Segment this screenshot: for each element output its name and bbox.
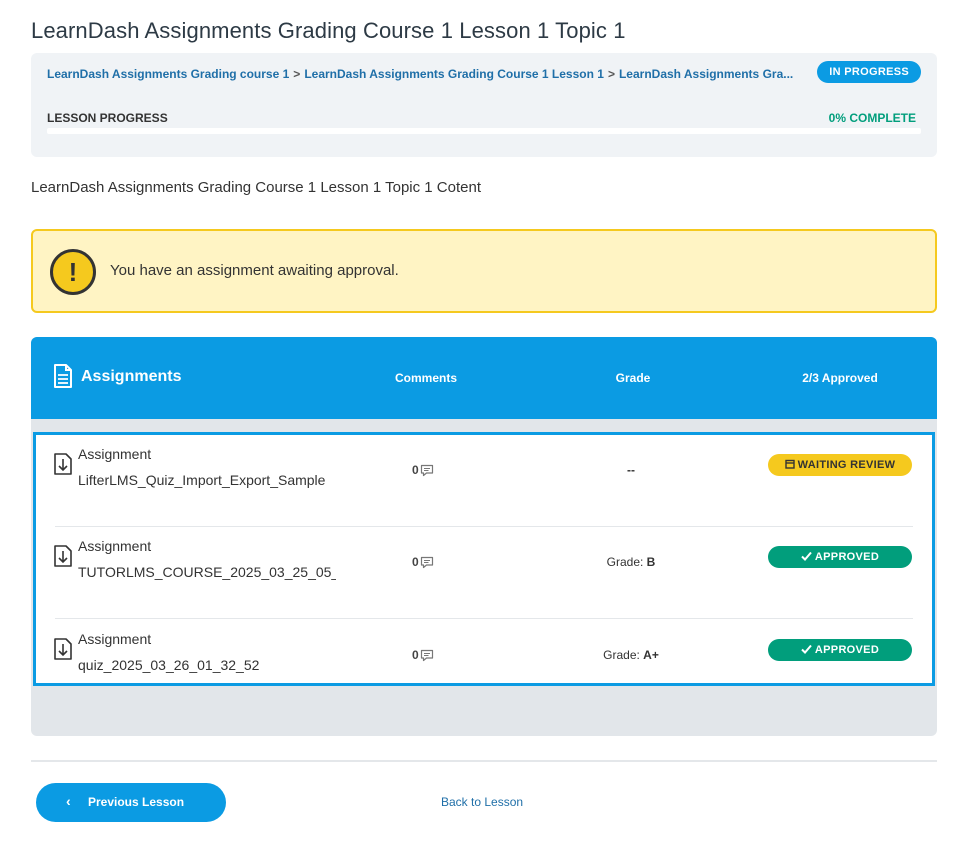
assignment-label: Assignment [78,538,152,554]
status-badge-approved: APPROVED [768,546,912,568]
status-badge-label: WAITING REVIEW [797,459,896,471]
alert-banner: ! You have an assignment awaiting approv… [31,229,937,313]
status-badge-label: APPROVED [814,551,880,563]
assignment-file-link[interactable]: quiz_2025_03_26_01_32_52 [78,657,336,673]
status-badge-waiting: WAITING REVIEW [768,454,912,476]
comments-count[interactable]: 0 [412,463,434,477]
assignments-list: Assignment LifterLMS_Quiz_Import_Export_… [33,432,935,686]
breadcrumb-item-lesson[interactable]: LearnDash Assignments Grading Course 1 L… [304,67,604,81]
column-comments: Comments [394,371,457,385]
comment-icon [420,650,433,662]
assignment-file-link[interactable]: LifterLMS_Quiz_Import_Export_Sample [78,472,336,488]
calendar-icon [784,459,795,469]
progress-bar [47,128,921,134]
back-to-lesson-link[interactable]: Back to Lesson [441,795,523,809]
comments-count-value: 0 [412,648,419,662]
assignments-header: Assignments Comments Grade 2/3 Approved [31,337,937,419]
grade-prefix: Grade: [603,648,640,662]
document-icon [54,364,72,388]
comments-count-value: 0 [412,555,419,569]
status-badge-approved: APPROVED [768,639,912,661]
column-grade: Grade [615,371,651,385]
check-icon [801,551,812,561]
alert-message: You have an assignment awaiting approval… [110,262,399,279]
previous-lesson-button[interactable]: ‹ Previous Lesson [36,783,226,822]
assignment-label: Assignment [78,446,152,462]
assignment-row: Assignment TUTORLMS_COURSE_2025_03_25_05… [36,527,932,619]
comments-count[interactable]: 0 [412,555,434,569]
breadcrumb-separator: > [293,67,301,81]
breadcrumb: LearnDash Assignments Grading course 1 > L… [47,67,802,81]
grade-cell: Grade: B [566,555,696,569]
download-file-icon[interactable] [54,453,72,475]
grade-prefix: Grade: [606,555,644,569]
chevron-left-icon: ‹ [66,793,71,809]
page-title: LearnDash Assignments Grading Course 1 L… [31,18,626,43]
breadcrumb-item-course[interactable]: LearnDash Assignments Grading course 1 [47,67,289,81]
comments-count[interactable]: 0 [412,648,434,662]
download-file-icon[interactable] [54,638,72,660]
assignment-row: Assignment quiz_2025_03_26_01_32_52 0 Gr… [36,620,932,712]
comment-icon [420,557,433,569]
download-file-icon[interactable] [54,545,72,567]
column-approved: 2/3 Approved [802,371,878,385]
grade-value: A+ [643,648,659,662]
breadcrumb-item-topic[interactable]: LearnDash Assignments Gra... [619,67,793,81]
comment-icon [420,465,433,477]
status-badge-label: APPROVED [814,644,880,656]
status-badge: IN PROGRESS [817,61,921,83]
assignments-title: Assignments [81,368,182,385]
assignments-panel: Assignments Comments Grade 2/3 Approved … [31,337,937,736]
comments-count-value: 0 [412,463,419,477]
assignment-label: Assignment [78,631,152,647]
warning-icon: ! [50,249,96,295]
grade-cell: -- [566,463,696,477]
progress-percent: 0% COMPLETE [828,111,916,125]
previous-lesson-label: Previous Lesson [88,795,185,809]
breadcrumb-separator: > [607,67,615,81]
assignment-file-link[interactable]: TUTORLMS_COURSE_2025_03_25_05_1 [78,564,336,580]
footer-divider [31,760,937,762]
grade-value: B [646,555,656,569]
progress-label: LESSON PROGRESS [47,111,168,125]
row-divider [55,618,913,619]
topic-content: LearnDash Assignments Grading Course 1 L… [31,179,481,196]
assignment-row: Assignment LifterLMS_Quiz_Import_Export_… [36,435,932,527]
lesson-header: LearnDash Assignments Grading course 1 > L… [31,53,937,157]
grade-value: -- [627,463,635,477]
grade-cell: Grade: A+ [566,648,696,662]
check-icon [801,644,812,654]
